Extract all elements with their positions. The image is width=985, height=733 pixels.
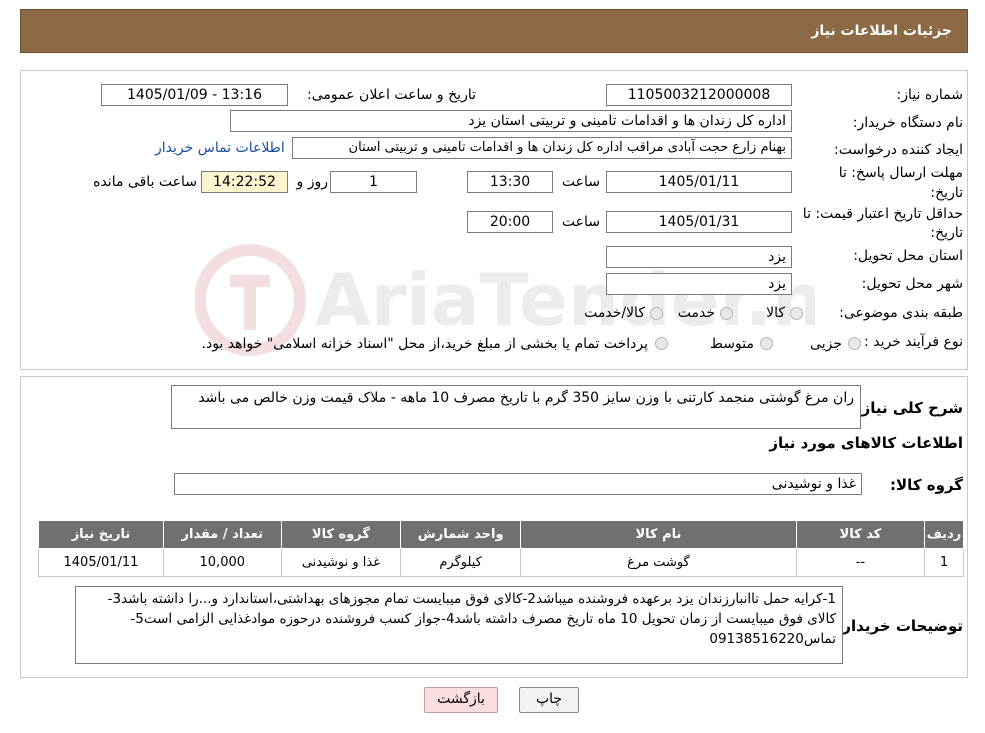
radio-category-goods[interactable]	[790, 307, 803, 320]
goods-group-field: غذا و نوشیدنی	[174, 473, 862, 495]
deadline-label-date: تاریخ:	[930, 185, 963, 201]
contact-buyer-link[interactable]: اطلاعات تماس خریدار	[155, 140, 285, 156]
validity-date-field: 1405/01/31	[606, 211, 792, 233]
buyer-field: اداره کل زندان ها و اقدامات تامینی و ترب…	[230, 110, 792, 132]
goods-group-label: گروه کالا:	[890, 476, 963, 494]
col-unit: واحد شمارش	[400, 520, 522, 549]
province-field: یزد	[606, 246, 792, 268]
goods-section-title: اطلاعات کالاهای مورد نیاز	[769, 434, 963, 452]
need-number-label: شماره نیاز:	[896, 87, 964, 103]
description-field: ران مرغ گوشتی منجمد کارتنی با وزن سایز 3…	[171, 385, 861, 429]
cell-quantity: 10,000	[162, 548, 282, 577]
items-table-header: ردیف کد کالا نام کالا واحد شمارش گروه کا…	[38, 520, 965, 549]
col-name: نام کالا	[520, 520, 797, 549]
cell-row: 1	[923, 548, 965, 577]
process-label: نوع فرآیند خرید :	[864, 334, 963, 350]
radio-category-service[interactable]	[720, 307, 733, 320]
cell-name: گوشت مرغ	[520, 548, 797, 577]
province-label: استان محل تحویل:	[853, 248, 963, 264]
radio-process-medium-label: متوسط	[710, 336, 754, 352]
radio-process-treasury[interactable]	[655, 337, 668, 350]
validity-label-date: تاریخ:	[930, 225, 963, 241]
radio-category-goods-label: کالا	[766, 305, 785, 321]
items-table: ردیف کد کالا نام کالا واحد شمارش گروه کا…	[38, 520, 965, 577]
deadline-date-field: 1405/01/11	[606, 171, 792, 193]
page-title: جزئیات اطلاعات نیاز	[20, 9, 968, 53]
cell-unit: کیلوگرم	[400, 548, 522, 577]
days-field: 1	[330, 171, 417, 193]
city-label: شهر محل تحویل:	[861, 276, 963, 292]
deadline-time-field: 13:30	[467, 171, 553, 193]
creator-field: بهنام زارع حجت آبادی مراقب اداره کل زندا…	[292, 137, 792, 159]
col-row: ردیف	[923, 520, 965, 549]
cell-group: غذا و نوشیدنی	[280, 548, 402, 577]
city-field: یزد	[606, 273, 792, 295]
creator-label: ایجاد کننده درخواست:	[834, 142, 963, 158]
col-code: کد کالا	[795, 520, 925, 549]
radio-process-minor[interactable]	[848, 337, 861, 350]
process-note: پرداخت تمام یا بخشی از مبلغ خرید،از محل …	[201, 336, 648, 352]
radio-category-service-label: خدمت	[677, 305, 715, 321]
remaining-label: ساعت باقی مانده	[93, 174, 197, 190]
print-button[interactable]: چاپ	[519, 687, 579, 713]
buyer-notes-label: توضیحات خریدار:	[836, 617, 963, 635]
description-label: شرح کلی نیاز:	[855, 399, 963, 417]
announce-field: 1405/01/09 - 13:16	[101, 84, 288, 106]
cell-need-date: 1405/01/11	[38, 548, 164, 577]
remaining-time-field: 14:22:52	[201, 171, 288, 193]
buyer-notes-field: 1-کرایه حمل تاانبارزندان یزد برعهده فروش…	[75, 586, 843, 664]
cell-code: --	[795, 548, 925, 577]
table-row: 1 -- گوشت مرغ کیلوگرم غذا و نوشیدنی 10,0…	[38, 548, 965, 577]
announce-label: تاریخ و ساعت اعلان عمومی:	[307, 87, 476, 103]
radio-category-both-label: کالا/خدمت	[584, 305, 645, 321]
back-button[interactable]: بازگشت	[424, 687, 498, 713]
col-quantity: تعداد / مقدار	[162, 520, 282, 549]
col-need-date: تاریخ نیاز	[38, 520, 164, 549]
need-number-field: 1105003212000008	[606, 84, 792, 106]
deadline-time-label: ساعت	[561, 174, 600, 190]
deadline-label: مهلت ارسال پاسخ: تا	[838, 165, 963, 181]
col-group: گروه کالا	[280, 520, 402, 549]
radio-process-medium[interactable]	[760, 337, 773, 350]
validity-time-field: 20:00	[467, 211, 553, 233]
days-label: روز و	[296, 174, 329, 190]
radio-category-both[interactable]	[650, 307, 663, 320]
category-label: طبقه بندی موضوعی:	[839, 305, 963, 321]
validity-label: حداقل تاریخ اعتبار قیمت: تا	[802, 206, 963, 222]
validity-time-label: ساعت	[561, 214, 600, 230]
radio-process-minor-label: جزیی	[810, 336, 842, 352]
buyer-label: نام دستگاه خریدار:	[852, 115, 963, 131]
